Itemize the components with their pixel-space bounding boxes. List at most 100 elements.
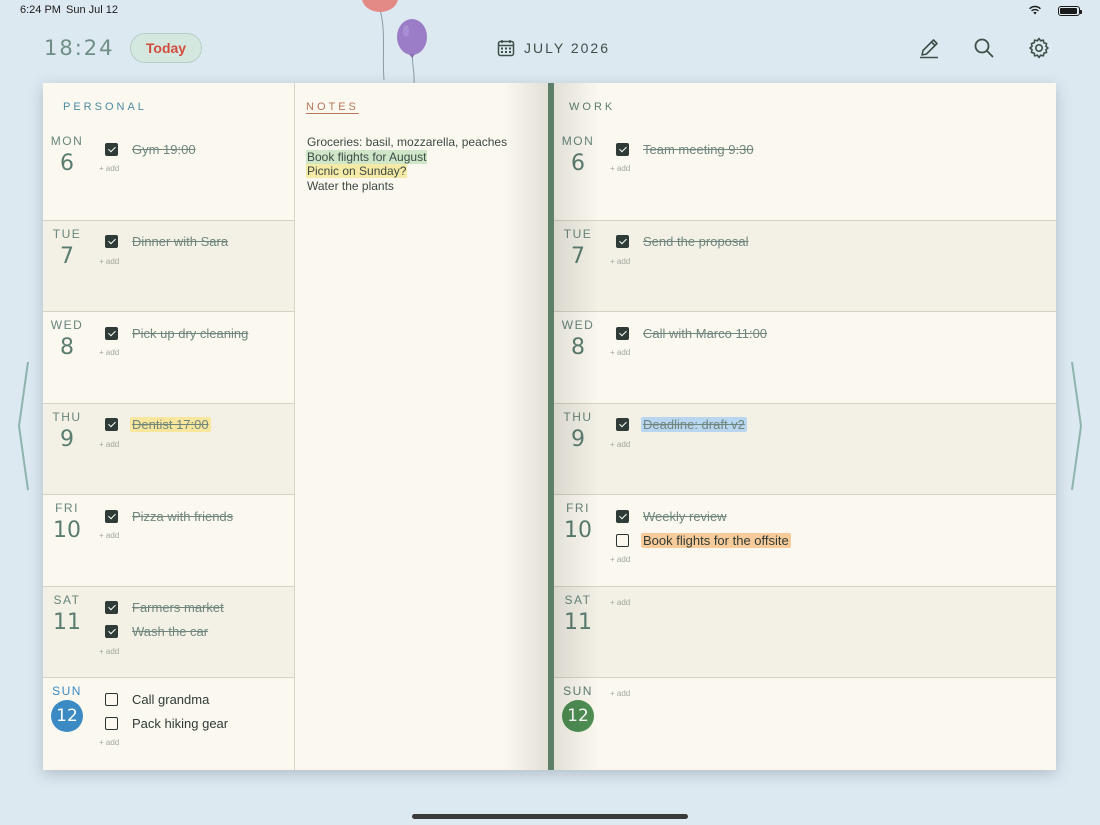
note-text: Water the plants [307, 178, 394, 193]
checked-checkbox[interactable] [105, 509, 118, 523]
task-label: Wash the car [132, 624, 209, 640]
day-number: 7 [60, 243, 74, 269]
day-row: THU 9 Deadline: draft v2 + add [554, 402, 1056, 495]
wifi-icon [1029, 5, 1041, 15]
day-of-week: FRI [566, 501, 590, 516]
day-row: WED 8 Pick up dry cleaning + add [43, 311, 294, 403]
month-label: JULY 2026 [524, 40, 610, 56]
notes-body[interactable]: Groceries: basil, mozzarella, peaches Boo… [306, 135, 542, 193]
add-task-button[interactable]: + add [99, 348, 290, 358]
balloon-decoration [362, 0, 427, 84]
add-task-button[interactable]: + add [610, 164, 1052, 174]
checked-checkbox[interactable] [616, 235, 629, 248]
checked-checkbox[interactable] [105, 418, 118, 432]
checkbox[interactable] [616, 533, 629, 547]
previous-week-chevron-icon[interactable] [16, 360, 32, 492]
today-button[interactable]: Today [130, 33, 202, 63]
day-number: 11 [564, 609, 592, 635]
task-item[interactable]: Wash the car [105, 620, 290, 644]
day-of-week: TUE [563, 226, 593, 241]
home-indicator[interactable] [412, 814, 688, 819]
add-task-button[interactable]: + add [610, 689, 1052, 699]
task-item[interactable]: Farmers market [105, 596, 290, 620]
search-icon[interactable] [972, 36, 996, 60]
task-item[interactable]: Dentist 17:00 [105, 413, 290, 437]
personal-column: PERSONAL MON 6 Gym 19:00 + add TUE 7 Dinner wi… [43, 83, 295, 770]
checkbox[interactable] [105, 716, 118, 730]
checked-checkbox[interactable] [105, 142, 118, 156]
task-item[interactable]: Send the proposal [616, 230, 1052, 254]
day-row: FRI 10 Weekly review Book flights for the o… [554, 494, 1056, 586]
note-line[interactable]: Picnic on Sunday? [306, 164, 542, 179]
day-row: SUN 12 + add [554, 677, 1056, 769]
day-row: SUN 12 Call grandma Pack hiking gear + add [43, 677, 294, 769]
day-row: SAT 11 + add [554, 585, 1056, 678]
today-date-circle: 12 [562, 700, 594, 733]
task-item[interactable]: Weekly review [616, 504, 1052, 528]
task-list: Pick up dry cleaning + add [99, 321, 290, 358]
task-item[interactable]: Pizza with friends [105, 504, 290, 528]
day-number: 6 [60, 151, 74, 176]
checked-checkbox[interactable] [616, 326, 629, 340]
day-row: FRI 10 Pizza with friends + add [43, 494, 294, 586]
note-line[interactable]: Water the plants [306, 179, 542, 194]
add-task-button[interactable]: + add [99, 440, 290, 450]
task-item[interactable]: Gym 19:00 [105, 137, 290, 161]
day-number: 7 [571, 243, 585, 269]
task-list: Team meeting 9:30 + add [610, 137, 1052, 174]
task-item[interactable]: Dinner with Sara [105, 230, 290, 254]
day-row: SAT 11 Farmers market Wash the car + add [43, 585, 294, 678]
checked-checkbox[interactable] [105, 601, 118, 615]
task-label: Book flights for the offsite [641, 532, 791, 548]
task-list: Farmers market Wash the car + add [99, 596, 290, 657]
day-of-week: TUE [52, 226, 82, 241]
task-item[interactable]: Pack hiking gear [105, 711, 290, 735]
gear-icon[interactable] [1027, 36, 1051, 60]
add-task-button[interactable]: + add [610, 555, 1052, 565]
task-item[interactable]: Call with Marco 11:00 [616, 321, 1052, 345]
note-text: Book flights for August [306, 149, 428, 164]
add-task-button[interactable]: + add [99, 738, 290, 748]
add-task-button[interactable]: + add [99, 647, 290, 657]
notes-column[interactable]: NOTES Groceries: basil, mozzarella, peac… [295, 83, 548, 770]
task-item[interactable]: Deadline: draft v2 [616, 413, 1052, 437]
task-label: Pizza with friends [132, 508, 234, 524]
day-row: MON 6 Team meeting 9:30 + add [554, 128, 1056, 220]
add-task-button[interactable]: + add [610, 440, 1052, 450]
checked-checkbox[interactable] [616, 142, 629, 156]
checked-checkbox[interactable] [105, 235, 118, 248]
task-item[interactable]: Team meeting 9:30 [616, 137, 1052, 161]
next-week-chevron-icon[interactable] [1068, 360, 1084, 492]
add-task-button[interactable]: + add [99, 164, 290, 174]
notes-title: NOTES [306, 101, 359, 113]
task-list: Send the proposal + add [610, 230, 1052, 267]
add-task-button[interactable]: + add [610, 348, 1052, 358]
task-label: Deadline: draft v2 [641, 417, 747, 433]
add-task-button[interactable]: + add [99, 531, 290, 541]
day-of-week: MON [561, 134, 595, 148]
day-of-week: WED [50, 318, 84, 333]
checked-checkbox[interactable] [616, 418, 629, 432]
task-item[interactable]: Book flights for the offsite [616, 528, 1052, 552]
note-line[interactable]: Book flights for August [306, 149, 542, 165]
task-list: Dentist 17:00 + add [99, 413, 290, 450]
checked-checkbox[interactable] [105, 326, 118, 340]
note-line[interactable]: Groceries: basil, mozzarella, peaches [306, 135, 542, 150]
task-item[interactable]: Call grandma [105, 687, 290, 711]
task-label: Pick up dry cleaning [132, 325, 249, 341]
add-task-button[interactable]: + add [610, 257, 1052, 267]
pencil-icon[interactable] [917, 36, 941, 60]
battery-icon [1058, 6, 1082, 16]
checkbox[interactable] [105, 692, 118, 706]
day-of-week: THU [563, 409, 593, 424]
task-list: Deadline: draft v2 + add [610, 413, 1052, 450]
add-task-button[interactable]: + add [99, 257, 290, 267]
task-item[interactable]: Pick up dry cleaning [105, 321, 290, 345]
checked-checkbox[interactable] [616, 509, 629, 523]
checked-checkbox[interactable] [105, 625, 118, 639]
day-number: 6 [571, 151, 585, 176]
day-of-week: MON [50, 134, 84, 148]
add-task-button[interactable]: + add [610, 598, 1052, 608]
month-selector[interactable]: JULY 2026 [497, 38, 610, 58]
day-row: TUE 7 Dinner with Sara + add [43, 219, 294, 312]
